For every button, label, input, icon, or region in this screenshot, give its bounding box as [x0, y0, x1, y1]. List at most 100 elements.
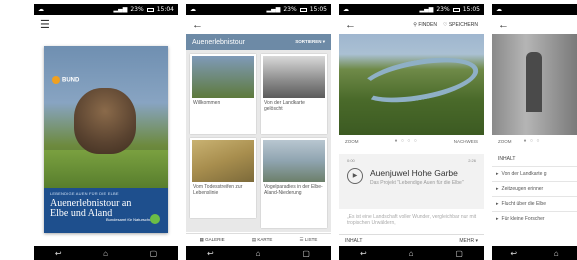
notification-icon: ☁: [496, 6, 502, 13]
tab-galerie[interactable]: ▦ GALERIE: [200, 237, 225, 243]
notification-icon: ☁: [38, 6, 44, 13]
app-bar: ☰: [34, 15, 178, 34]
cover-title: Auenerlebnistour an Elbe und Aland: [50, 198, 132, 219]
tab-liste[interactable]: ☰ LISTE: [300, 237, 318, 243]
chevron-right-icon: ▸: [496, 216, 499, 222]
station-grid: Willkommen Von der Landkarte gelöscht Vo…: [186, 50, 331, 232]
chevron-right-icon: ▸: [496, 171, 499, 177]
tab-karte[interactable]: ▤ KARTE: [252, 237, 272, 243]
home-nav-icon[interactable]: ⌂: [409, 249, 414, 258]
tab-liste-label: LISTE: [304, 237, 318, 242]
app-bar: ←: [186, 15, 331, 34]
tour-title: Auenerlebnistour: [192, 38, 245, 46]
recent-nav-icon[interactable]: ▢: [150, 249, 158, 258]
battery-percent: 23%: [436, 6, 450, 13]
view-switcher: ▦ GALERIE ▤ KARTE ☰ LISTE: [186, 233, 331, 246]
audio-time-start: 0:00: [347, 158, 355, 163]
home-nav-icon[interactable]: ⌂: [554, 249, 559, 258]
image-controls: ZOOM ● ○ ○ ○ NACHWEIS: [339, 135, 484, 147]
station-tile[interactable]: Willkommen: [190, 54, 256, 134]
bund-logo-icon: [52, 76, 60, 84]
battery-icon: [452, 7, 460, 12]
back-arrow-icon[interactable]: ←: [498, 19, 509, 31]
station-title: Auenjuwel Hohe Garbe: [370, 168, 458, 178]
list-item[interactable]: ▸ Zeitzeugen erinner: [492, 181, 577, 196]
sort-button[interactable]: SORTIEREN ▾: [295, 39, 325, 45]
station-image: [192, 140, 254, 182]
person-figure: [526, 52, 542, 112]
status-bar: ☁ ▂▄▆ 23% 15:04: [34, 4, 178, 15]
back-arrow-icon[interactable]: ←: [345, 19, 356, 31]
station-caption: Willkommen: [193, 100, 221, 106]
partner-logo-icon: [150, 214, 160, 224]
list-item[interactable]: ▸ Flucht über die Elbe: [492, 196, 577, 211]
aerial-photo[interactable]: [339, 34, 484, 135]
mehr-button[interactable]: MEHR ▾: [459, 238, 478, 244]
station-tile[interactable]: Vom Todesstreifen zur Lebenslinie: [190, 138, 256, 218]
river-curve: [356, 49, 482, 111]
notification-icon: ☁: [343, 6, 349, 13]
zoom-button[interactable]: ZOOM: [498, 139, 512, 144]
station-quote: „Es ist eine Landschaft voller Wunder, v…: [347, 214, 477, 226]
menu-icon[interactable]: ☰: [40, 18, 50, 31]
system-nav-bar: ↩ ⌂ ▢: [339, 246, 484, 260]
battery-icon: [299, 7, 307, 12]
bund-logo: BUND: [52, 76, 79, 84]
clock: 15:04: [156, 6, 174, 13]
finden-button[interactable]: ⚲ FINDEN: [413, 22, 437, 28]
cover-brand: Bundesamt für Naturschutz: [106, 217, 155, 222]
home-nav-icon[interactable]: ⌂: [103, 249, 108, 258]
system-nav-bar: ↩ ⌂: [492, 246, 577, 260]
back-arrow-icon[interactable]: ←: [192, 19, 203, 31]
signal-icon: ▂▄▆: [419, 6, 434, 13]
finden-label: FINDEN: [418, 21, 437, 28]
content-list: ▸ Von der Landkarte g ▸ Zeitzeugen erinner…: [492, 166, 577, 226]
home-nav-icon[interactable]: ⌂: [256, 249, 261, 258]
tour-cover[interactable]: BUND LEBENDIGE AUEN FÜR DIE ELBE Auenerl…: [44, 46, 168, 233]
phone-screen-gallery: ☁ ▂▄▆ 23% 15:05 ← Auenerlebnistour SORTI…: [186, 4, 331, 260]
back-nav-icon[interactable]: ↩: [55, 249, 62, 258]
back-nav-icon[interactable]: ↩: [360, 249, 367, 258]
back-nav-icon[interactable]: ↩: [510, 249, 517, 258]
signal-icon: ▂▄▆: [113, 6, 128, 13]
inhalt-button[interactable]: INHALT: [345, 238, 362, 244]
station-image: [263, 140, 325, 182]
app-bar: ← ⚲ FINDEN ♡ SPEICHERN: [339, 15, 484, 34]
battery-percent: 23%: [130, 6, 144, 13]
tab-galerie-label: GALERIE: [205, 237, 225, 242]
station-caption: Vom Todesstreifen zur Lebenslinie: [193, 184, 243, 196]
station-image: [263, 56, 325, 98]
list-item[interactable]: ▸ Für kleine Forscher: [492, 211, 577, 226]
station-tile[interactable]: Von der Landkarte gelöscht: [261, 54, 327, 134]
battery-percent: 23%: [283, 6, 297, 13]
recent-nav-icon[interactable]: ▢: [455, 249, 463, 258]
phone-screen-station: ☁ ▂▄▆ 23% 15:05 ← ⚲ FINDEN ♡ SPEICHERN Z…: [339, 4, 484, 260]
heart-icon: ♡: [442, 21, 448, 28]
list-item[interactable]: ▸ Von der Landkarte g: [492, 166, 577, 181]
station-tile[interactable]: Vogelparadies in der Elbe-Aland-Niederun…: [261, 138, 327, 228]
chevron-right-icon: ▸: [496, 201, 499, 207]
speichern-button[interactable]: ♡ SPEICHERN: [443, 22, 478, 28]
play-icon[interactable]: ▶: [347, 168, 363, 184]
list-item-label: Flucht über die Elbe: [501, 201, 546, 207]
historic-photo[interactable]: [492, 34, 577, 135]
recent-nav-icon[interactable]: ▢: [302, 249, 310, 258]
clock: 15:05: [462, 6, 480, 13]
list-item-label: Zeitzeugen erinner: [501, 186, 544, 192]
zoom-button[interactable]: ZOOM: [345, 139, 359, 144]
screenshot-collage: ☁ ▂▄▆ 23% 15:04 ☰ BUND LEBENDIGE AUEN FÜ…: [0, 0, 577, 260]
bund-logo-text: BUND: [62, 77, 80, 84]
grass-area: [44, 150, 168, 188]
status-bar: ☁: [492, 4, 577, 15]
pagination-dots: ● ○ ○ ○: [394, 138, 418, 144]
back-nav-icon[interactable]: ↩: [207, 249, 214, 258]
list-item-label: Von der Landkarte g: [501, 171, 547, 177]
battery-icon: [146, 7, 154, 12]
nachweis-button[interactable]: NACHWEIS: [454, 139, 478, 144]
audio-time-end: 2:26: [468, 158, 476, 163]
app-bar: ←: [492, 15, 577, 34]
list-icon: ☰: [299, 237, 304, 242]
station-image: [192, 56, 254, 98]
clock: 15:05: [309, 6, 327, 13]
notification-icon: ☁: [190, 6, 196, 13]
